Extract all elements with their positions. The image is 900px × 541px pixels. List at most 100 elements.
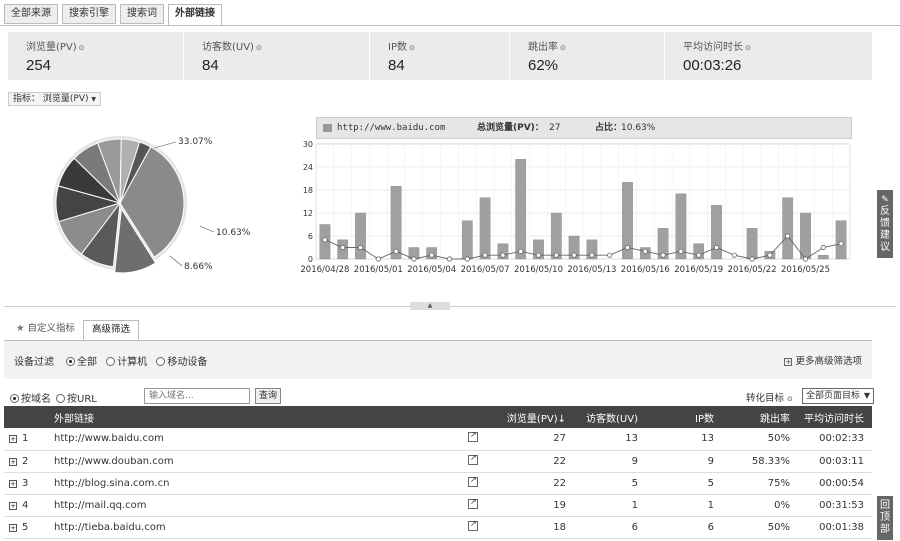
expand-row-icon[interactable]: + [9, 479, 17, 488]
row-url: http://blog.sina.com.cn [52, 472, 462, 495]
tab-all-sources[interactable]: 全部来源 [4, 4, 58, 24]
bar [800, 212, 811, 260]
device-option-mobile[interactable]: 移动设备 [156, 357, 207, 368]
star-icon: ★ [16, 323, 25, 334]
row-bounce: 50% [718, 516, 794, 539]
external-link-icon[interactable] [468, 519, 478, 531]
chevron-down-icon: ▼ [91, 96, 96, 103]
tabs-divider [0, 25, 900, 26]
bar [390, 185, 402, 260]
expand-row-icon[interactable]: + [9, 523, 17, 532]
x-tick-label: 2016/05/16 [621, 265, 670, 275]
line-point [767, 252, 773, 258]
help-icon[interactable]: ⊙ [787, 395, 793, 403]
back-top-char: 部 [880, 524, 890, 535]
bar [782, 197, 794, 260]
conversion-select[interactable]: 全部页面目标 ▼ [802, 388, 874, 404]
line-point [607, 252, 613, 258]
external-link-icon[interactable] [468, 475, 478, 487]
device-option-all[interactable]: 全部 [66, 357, 97, 368]
radio-icon [106, 357, 116, 366]
line-point [464, 256, 470, 262]
back-top-char: 回 [880, 500, 890, 511]
expand-row-icon[interactable]: + [9, 501, 17, 510]
external-link-icon[interactable] [468, 453, 478, 465]
metrics-summary: 浏览量(PV) ⊙ 254 访客数(UV) ⊙ 84 IP数 ⊙ 84 跳出率 ⊙ 62… [8, 32, 872, 80]
help-icon[interactable]: ⊙ [745, 44, 751, 52]
back-to-top-button[interactable]: 回 顶 部 [877, 496, 893, 540]
domain-search-input[interactable] [144, 388, 250, 404]
external-link-icon[interactable] [468, 497, 478, 509]
pie-svg: 33.07% 10.63% 8.66% [53, 136, 251, 274]
table-row: + 3 http://blog.sina.com.cn 22 5 5 75% 0… [4, 472, 872, 495]
help-icon[interactable]: ⊙ [409, 44, 415, 52]
feedback-button[interactable]: ✎ 反 馈 建 议 [877, 190, 893, 258]
pie-label: 8.66% [184, 262, 213, 272]
line-point [446, 256, 453, 262]
trend-chart: http://www.baidu.com 总浏览量(PV)： 27 占比： 10… [300, 117, 852, 275]
plus-box-icon: + [784, 358, 793, 366]
line-point [731, 252, 737, 258]
bar [817, 254, 829, 260]
device-filter-label: 设备过滤 [14, 357, 54, 368]
radio-icon [56, 394, 65, 403]
metric-label: 浏览量(PV) [26, 42, 77, 53]
legend-ratio-label: 占比： [595, 123, 623, 133]
line-point [696, 252, 702, 258]
help-icon[interactable]: ⊙ [256, 44, 262, 52]
pie-label-leader [153, 141, 177, 149]
indicator-select[interactable]: 指标： 浏览量(PV) ▼ [8, 92, 101, 106]
row-uv: 9 [570, 450, 642, 473]
header-uv[interactable]: 访客数(UV) [570, 406, 642, 428]
x-tick-label: 2016/04/28 [300, 265, 349, 275]
row-index: 5 [22, 516, 52, 539]
radio-label: 按URL [67, 394, 97, 405]
table-row: + 1 http://www.baidu.com 27 13 13 50% 00… [4, 428, 872, 451]
line-point [589, 252, 595, 258]
y-tick-label: 0 [308, 255, 313, 264]
collapse-handle-icon[interactable]: ▲ [410, 302, 450, 310]
help-icon[interactable]: ⊙ [79, 44, 85, 52]
metric-value: 254 [26, 57, 52, 74]
x-tick-label: 2016/05/07 [461, 265, 510, 275]
x-tick-label: 2016/05/13 [567, 265, 616, 275]
line-point [357, 244, 364, 251]
search-by-domain[interactable]: 按域名 [10, 390, 51, 405]
row-bounce: 58.33% [718, 450, 794, 473]
tab-custom-metrics[interactable]: ★ 自定义指标 [8, 320, 83, 340]
help-icon[interactable]: ⊙ [560, 44, 566, 52]
expand-row-icon[interactable]: + [9, 457, 17, 466]
legend-series-name: http://www.baidu.com [337, 123, 446, 133]
feedback-char: 议 [880, 242, 890, 253]
row-url: http://www.douban.com [52, 450, 462, 473]
tab-search-engine[interactable]: 搜索引擎 [62, 4, 116, 24]
tab-advanced-filter[interactable]: 高级筛选 [83, 320, 140, 340]
external-link-icon[interactable] [468, 430, 478, 443]
more-filters-link[interactable]: + 更多高级筛选项 [784, 353, 862, 367]
metric-avg-duration: 平均访问时长 ⊙ 00:03:26 [665, 32, 872, 80]
bar [550, 212, 562, 260]
line-point [571, 252, 577, 258]
line-point [482, 252, 488, 258]
conversion-label: 转化目标 ⊙ [746, 390, 793, 404]
expand-row-icon[interactable]: + [9, 435, 17, 444]
header-pv[interactable]: 浏览量(PV)↓ [484, 406, 570, 428]
header-avg-duration[interactable]: 平均访问时长 [794, 406, 872, 428]
legend-total-value: 27 [549, 123, 561, 133]
x-tick-label: 2016/05/19 [674, 265, 723, 275]
tab-search-terms[interactable]: 搜索词 [120, 4, 164, 24]
device-option-computer[interactable]: 计算机 [106, 357, 147, 368]
search-by-url[interactable]: 按URL [56, 390, 97, 405]
header-ip[interactable]: IP数 [642, 406, 718, 428]
header-url: 外部链接 [52, 406, 462, 428]
y-tick-label: 24 [303, 163, 313, 172]
row-pv: 22 [484, 472, 570, 495]
line-point [660, 252, 666, 258]
bar [461, 220, 473, 260]
header-bounce[interactable]: 跳出率 [718, 406, 794, 428]
tab-external-links[interactable]: 外部链接 [168, 4, 222, 26]
query-button[interactable]: 查询 [255, 388, 282, 404]
metric-label: 访客数(UV) [202, 42, 254, 53]
conversion-label-text: 转化目标 [746, 393, 785, 404]
line-point [535, 252, 542, 258]
